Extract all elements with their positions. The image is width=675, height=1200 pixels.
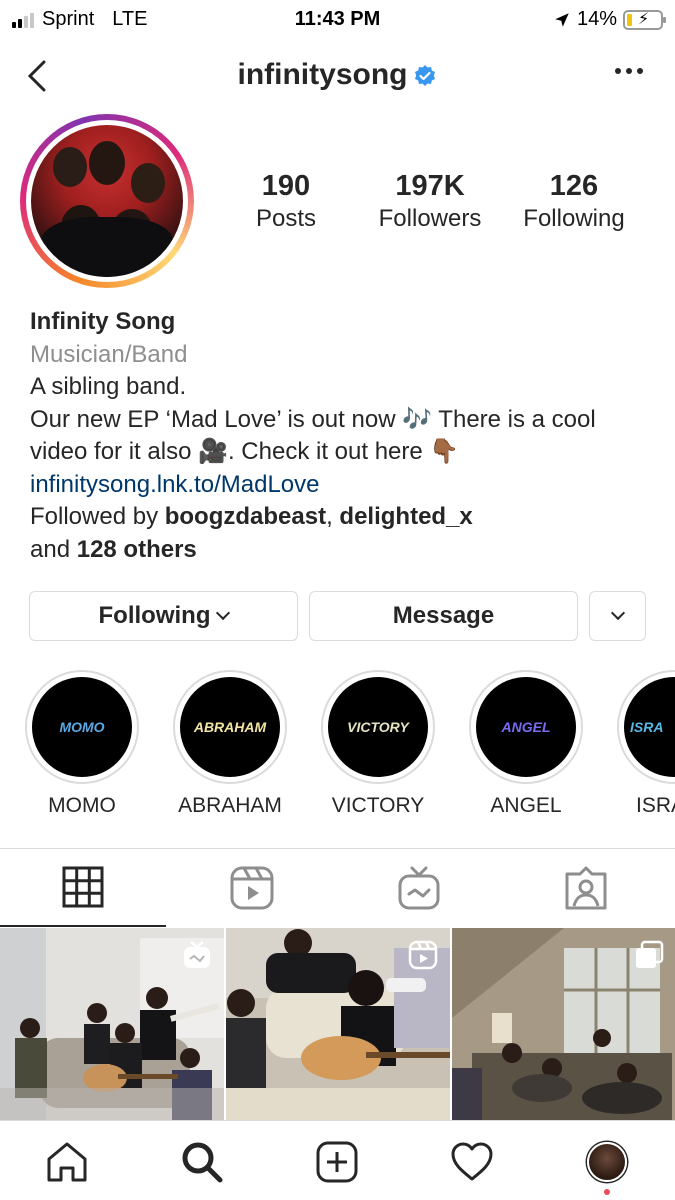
chevron-down-icon — [216, 605, 231, 621]
followers-count: 197K — [395, 170, 465, 202]
highlight-cover: ANGEL — [476, 677, 576, 777]
followed-by-separator: , — [326, 503, 340, 530]
highlight-cover: MOMO — [32, 677, 132, 777]
highlight-label: ISRA — [636, 794, 675, 817]
followed-by-and: and — [30, 535, 77, 563]
nav-search[interactable] — [177, 1137, 227, 1187]
home-icon — [47, 1142, 87, 1182]
notification-dot — [604, 1189, 610, 1195]
highlight-cover: ISRA — [624, 677, 675, 777]
battery-icon: ⚡ — [623, 9, 666, 30]
profile-tabs — [0, 848, 675, 927]
status-bar: Sprint LTE 11:43 PM 14% ⚡ — [0, 0, 675, 40]
following-button-label: Following — [98, 602, 211, 629]
following-count: 126 — [549, 170, 599, 202]
tab-posts-grid[interactable] — [0, 849, 166, 927]
reels-icon — [408, 940, 438, 975]
suggested-accounts-button[interactable] — [589, 591, 646, 641]
following-label: Following — [523, 205, 625, 232]
tab-reels[interactable] — [169, 849, 335, 927]
nav-home[interactable] — [42, 1137, 92, 1187]
following-stat[interactable]: 126 Following — [504, 170, 644, 233]
highlight-isra[interactable]: ISRA ISRA — [616, 670, 675, 818]
username: infinitysong — [237, 58, 408, 91]
carousel-icon — [634, 940, 664, 975]
heart-icon — [451, 1142, 493, 1181]
nav-activity[interactable] — [447, 1137, 497, 1187]
posts-label: Posts — [255, 205, 317, 232]
followed-by-others-count: 128 others — [76, 535, 197, 563]
tab-igtv[interactable] — [336, 849, 502, 927]
tab-tagged[interactable] — [503, 849, 669, 927]
mutual-follower-2: delighted_x — [339, 503, 473, 530]
location-arrow-icon — [555, 12, 569, 27]
bottom-navigation — [0, 1120, 675, 1200]
bio-line-3: video for it also 🎥. Check it out here 👇… — [30, 438, 460, 465]
highlight-label: ABRAHAM — [178, 794, 282, 817]
message-button-label: Message — [392, 602, 495, 629]
search-icon — [182, 1142, 223, 1183]
highlight-cover: VICTORY — [328, 677, 428, 777]
bio-line-2: Our new EP ‘Mad Love’ is out now 🎶 There… — [30, 405, 596, 433]
profile-header: infinitysong — [0, 48, 675, 104]
profile-category: Musician/Band — [30, 340, 188, 368]
bio-line-1: A sibling band. — [30, 373, 187, 400]
followed-by-others[interactable]: and 128 others — [30, 534, 655, 567]
battery-percent: 14% — [576, 8, 617, 30]
username-title: infinitysong — [0, 58, 675, 92]
posts-count: 190 — [261, 170, 311, 202]
followed-by-prefix: Followed by — [30, 503, 165, 530]
ellipsis-icon — [615, 68, 621, 74]
profile-avatar — [587, 1142, 627, 1182]
tagged-icon — [565, 866, 607, 910]
igtv-icon — [398, 866, 440, 910]
profile-bio: Infinity Song Musician/Band A sibling ba… — [30, 306, 655, 566]
posts-grid — [0, 928, 675, 1120]
reels-icon — [230, 866, 274, 910]
highlight-abraham[interactable]: ABRAHAM ABRAHAM — [172, 670, 288, 818]
highlight-label: ANGEL — [490, 794, 562, 817]
profile-avatar — [31, 125, 183, 277]
grid-icon — [62, 866, 104, 908]
followed-by[interactable]: Followed by boogzdabeast, delighted_x — [30, 501, 655, 534]
display-name: Infinity Song — [30, 308, 176, 335]
post-thumbnail[interactable] — [0, 928, 224, 1120]
highlight-cover: ABRAHAM — [180, 677, 280, 777]
highlight-label: MOMO — [48, 794, 116, 817]
nav-new-post[interactable] — [312, 1137, 362, 1187]
verified-badge-icon — [415, 65, 436, 87]
more-options-button[interactable] — [615, 68, 643, 74]
profile-avatar-story-ring[interactable] — [20, 114, 194, 288]
message-button[interactable]: Message — [309, 591, 578, 641]
igtv-icon — [182, 940, 212, 975]
followers-stat[interactable]: 197K Followers — [360, 170, 500, 233]
highlight-angel[interactable]: ANGEL ANGEL — [468, 670, 584, 818]
new-post-icon — [316, 1141, 358, 1183]
status-right: 14% ⚡ — [553, 8, 666, 31]
mutual-follower-1: boogzdabeast — [164, 503, 327, 530]
highlight-victory[interactable]: VICTORY VICTORY — [320, 670, 436, 818]
post-thumbnail[interactable] — [226, 928, 450, 1120]
post-thumbnail[interactable] — [452, 928, 675, 1120]
highlight-label: VICTORY — [331, 794, 425, 817]
nav-profile[interactable] — [582, 1137, 632, 1195]
chevron-down-icon — [610, 605, 625, 621]
story-highlights: MOMO MOMO ABRAHAM ABRAHAM VICTORY VICTOR… — [0, 670, 675, 820]
posts-stat[interactable]: 190 Posts — [216, 170, 356, 233]
highlight-momo[interactable]: MOMO MOMO — [24, 670, 140, 818]
bio-link[interactable]: infinitysong.lnk.to/MadLove — [30, 469, 655, 502]
followers-label: Followers — [378, 205, 482, 232]
following-button[interactable]: Following — [29, 591, 298, 641]
